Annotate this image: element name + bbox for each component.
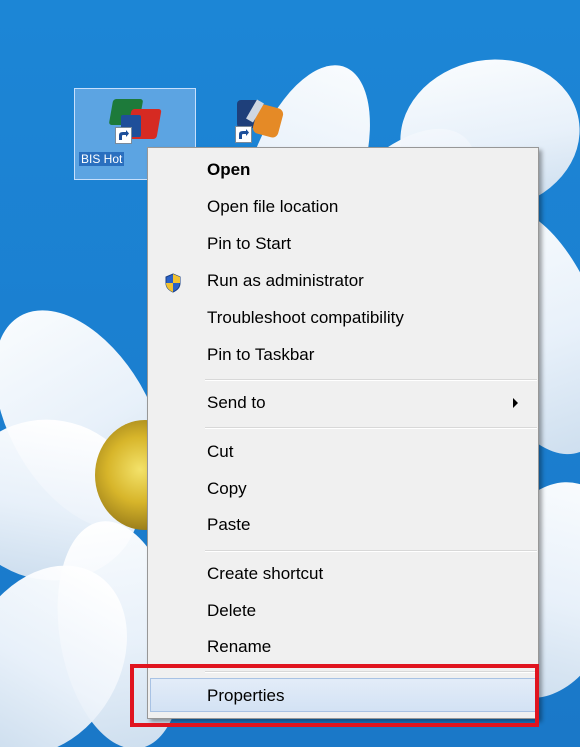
- menu-item-label: Open: [207, 160, 251, 179]
- menu-item-delete[interactable]: Delete: [150, 594, 536, 628]
- menu-item-label: Troubleshoot compatibility: [207, 308, 404, 327]
- menu-item-open[interactable]: Open: [150, 153, 536, 187]
- menu-item-label: Create shortcut: [207, 564, 324, 583]
- menu-item-pin-to-start[interactable]: Pin to Start: [150, 227, 536, 261]
- uac-shield-icon: [164, 271, 182, 293]
- menu-separator: [205, 379, 537, 381]
- menu-item-label: Delete: [207, 601, 257, 620]
- menu-item-create-shortcut[interactable]: Create shortcut: [150, 557, 536, 591]
- menu-item-rename[interactable]: Rename: [150, 630, 536, 664]
- menu-item-label: Rename: [207, 637, 272, 656]
- menu-item-paste[interactable]: Paste: [150, 508, 536, 542]
- menu-item-label: Open file location: [207, 197, 339, 216]
- menu-item-label: Copy: [207, 479, 247, 498]
- menu-item-run-as-administrator[interactable]: Run as administrator: [150, 264, 536, 298]
- menu-item-label: Pin to Taskbar: [207, 345, 315, 364]
- menu-item-label: Run as administrator: [207, 271, 364, 290]
- app-icon: [233, 98, 285, 144]
- menu-item-label: Cut: [207, 442, 234, 461]
- menu-item-troubleshoot-compatibility[interactable]: Troubleshoot compatibility: [150, 301, 536, 335]
- menu-separator: [205, 550, 537, 552]
- shortcut-arrow-icon: [235, 126, 252, 143]
- menu-item-pin-to-taskbar[interactable]: Pin to Taskbar: [150, 338, 536, 372]
- menu-item-open-file-location[interactable]: Open file location: [150, 190, 536, 224]
- menu-item-copy[interactable]: Copy: [150, 472, 536, 506]
- desktop-icon-label: BIS Hot: [79, 152, 125, 166]
- context-menu: Open Open file location Pin to Start Run…: [147, 147, 539, 719]
- bis-app-icon: [108, 99, 163, 145]
- menu-separator: [205, 427, 537, 429]
- highlight-annotation-box: [130, 664, 539, 727]
- menu-item-label: Pin to Start: [207, 234, 292, 253]
- submenu-arrow-icon: [513, 398, 518, 408]
- menu-item-label: Paste: [207, 515, 251, 534]
- shortcut-arrow-icon: [115, 127, 132, 144]
- menu-item-send-to[interactable]: Send to: [150, 386, 536, 420]
- menu-item-label: Send to: [207, 393, 266, 412]
- menu-item-cut[interactable]: Cut: [150, 435, 536, 469]
